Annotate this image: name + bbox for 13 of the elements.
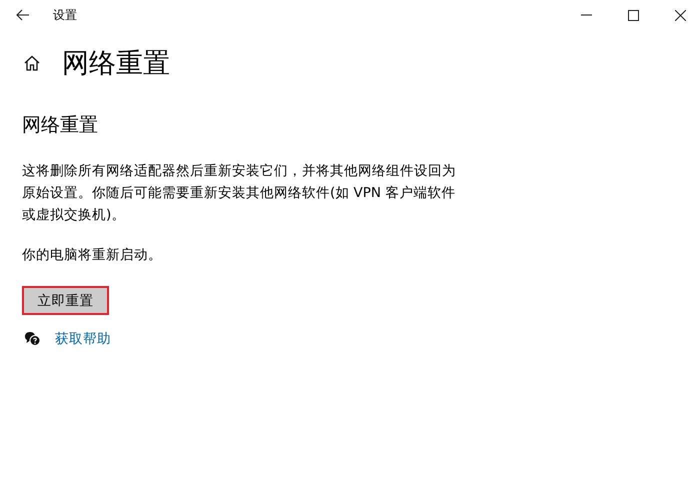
close-icon[interactable] — [675, 10, 686, 20]
description-text: 这将删除所有网络适配器然后重新安装它们，并将其他网络组件设回为原始设置。你随后可能需要重新安装其他网络软件(如 VPN 客户端软件或虚拟交换机)。 — [22, 162, 457, 225]
window-title: 设置 — [53, 6, 77, 24]
section-heading: 网络重置 — [22, 113, 98, 138]
help-chat-icon[interactable] — [24, 331, 41, 347]
page-title: 网络重置 — [62, 47, 170, 81]
back-icon[interactable] — [16, 9, 30, 21]
restart-note: 你的电脑将重新启动。 — [22, 246, 162, 265]
maximize-icon[interactable] — [628, 10, 639, 20]
get-help-link[interactable]: 获取帮助 — [55, 330, 111, 348]
minimize-icon[interactable] — [581, 14, 592, 16]
home-icon[interactable] — [24, 55, 40, 71]
reset-now-button[interactable]: 立即重置 — [22, 286, 109, 315]
